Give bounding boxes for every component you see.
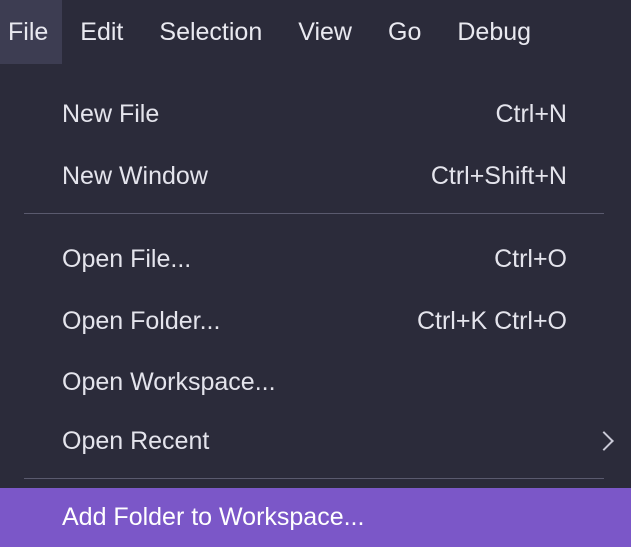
menubar-selection[interactable]: Selection <box>141 0 280 64</box>
menu-item-shortcut: Ctrl+O <box>494 244 567 273</box>
menu-item-label: Open Workspace... <box>62 367 276 396</box>
menubar-edit[interactable]: Edit <box>62 0 141 64</box>
menu-item-open-workspace[interactable]: Open Workspace... <box>0 351 631 413</box>
chevron-right-icon <box>594 431 614 451</box>
menu-separator <box>24 213 604 214</box>
menu-item-label: Add Folder to Workspace... <box>62 503 365 531</box>
menubar-debug[interactable]: Debug <box>439 0 549 64</box>
file-menu-dropdown: New File Ctrl+N New Window Ctrl+Shift+N … <box>0 64 631 547</box>
menu-item-open-recent[interactable]: Open Recent <box>0 410 631 472</box>
menu-item-add-folder-to-workspace[interactable]: Add Folder to Workspace... <box>0 488 631 547</box>
menubar-file[interactable]: File <box>0 0 63 64</box>
app-window: File Edit Selection View Go Debug New Fi… <box>0 0 631 547</box>
menu-item-label: Open Folder... <box>62 306 221 335</box>
menu-item-label: New File <box>62 99 160 128</box>
menubar-view[interactable]: View <box>280 0 370 64</box>
menu-item-label: Open File... <box>62 244 192 273</box>
menu-item-label: Open Recent <box>62 426 210 455</box>
menu-item-shortcut: Ctrl+N <box>495 99 567 128</box>
menu-item-new-window[interactable]: New Window Ctrl+Shift+N <box>0 145 631 207</box>
menu-bar: File Edit Selection View Go Debug <box>0 0 631 64</box>
menu-item-label: New Window <box>62 161 208 190</box>
menubar-go[interactable]: Go <box>370 0 439 64</box>
menu-item-open-file[interactable]: Open File... Ctrl+O <box>0 228 631 290</box>
menu-item-open-folder[interactable]: Open Folder... Ctrl+K Ctrl+O <box>0 290 631 352</box>
menu-item-new-file[interactable]: New File Ctrl+N <box>0 83 631 145</box>
menu-separator <box>24 478 604 479</box>
menu-item-shortcut: Ctrl+Shift+N <box>430 161 567 190</box>
menu-item-shortcut: Ctrl+K Ctrl+O <box>416 306 567 335</box>
